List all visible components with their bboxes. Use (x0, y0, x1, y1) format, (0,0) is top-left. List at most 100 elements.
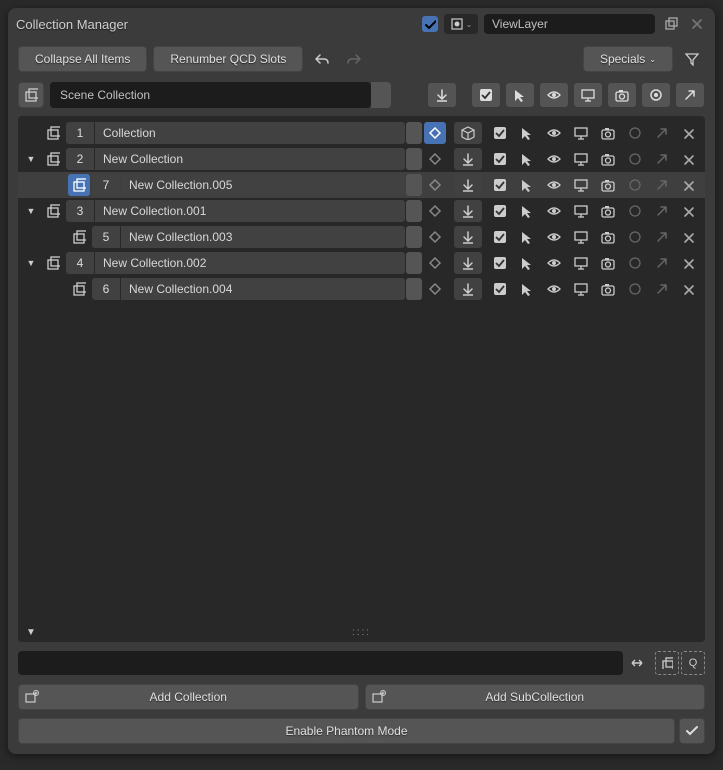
move-to-icon[interactable] (454, 148, 482, 170)
close-icon[interactable] (687, 14, 707, 34)
move-down-header-icon[interactable] (427, 82, 457, 108)
expand-toggle[interactable]: ▼ (22, 206, 40, 216)
set-active-icon[interactable] (424, 200, 446, 222)
render-toggle[interactable] (594, 122, 621, 144)
collection-row[interactable]: ▼ 2New Collection (18, 146, 705, 172)
selectable-header-icon[interactable] (505, 82, 535, 108)
visibility-toggle[interactable] (540, 122, 567, 144)
indirect-toggle[interactable] (648, 252, 675, 274)
collapse-button[interactable]: Collapse All Items (18, 46, 147, 72)
collection-name[interactable]: New Collection.005 (121, 174, 405, 196)
set-active-icon[interactable] (424, 278, 446, 300)
scene-collection-icon[interactable] (18, 82, 44, 108)
selectable-toggle[interactable] (513, 252, 540, 274)
selectable-toggle[interactable] (513, 122, 540, 144)
filter-invert-icon[interactable] (655, 651, 679, 675)
cube-icon[interactable] (454, 122, 482, 144)
visibility-toggle[interactable] (540, 174, 567, 196)
resize-handle[interactable]: ▼ (26, 627, 36, 638)
undo-icon[interactable] (309, 46, 335, 72)
collection-row[interactable]: 6New Collection.004 (18, 276, 705, 302)
add-subcollection-button[interactable]: Add SubCollection (365, 684, 706, 710)
indirect-toggle[interactable] (648, 148, 675, 170)
set-active-icon[interactable] (424, 252, 446, 274)
header-checkbox[interactable] (422, 16, 438, 32)
visibility-toggle[interactable] (540, 226, 567, 248)
redo-icon[interactable] (341, 46, 367, 72)
exclude-toggle[interactable] (486, 174, 513, 196)
holdout-header-icon[interactable] (641, 82, 671, 108)
phantom-mode-button[interactable]: Enable Phantom Mode (18, 718, 675, 744)
exclude-header-icon[interactable] (471, 82, 501, 108)
grip-dots-icon[interactable]: :::: (352, 627, 371, 638)
selectable-toggle[interactable] (513, 200, 540, 222)
collection-row[interactable]: 1Collection (18, 120, 705, 146)
viewport-toggle[interactable] (567, 278, 594, 300)
visibility-toggle[interactable] (540, 200, 567, 222)
specials-button[interactable]: Specials⌄ (583, 46, 673, 72)
filter-input[interactable] (18, 651, 623, 675)
remove-icon[interactable] (675, 127, 701, 140)
holdout-toggle[interactable] (621, 200, 648, 222)
indirect-toggle[interactable] (648, 122, 675, 144)
set-active-icon[interactable] (424, 122, 446, 144)
move-to-icon[interactable] (454, 200, 482, 222)
render-toggle[interactable] (594, 252, 621, 274)
move-to-icon[interactable] (454, 252, 482, 274)
exclude-toggle[interactable] (486, 148, 513, 170)
sort-arrows-icon[interactable] (627, 650, 647, 676)
remove-icon[interactable] (675, 205, 701, 218)
viewlayer-input[interactable] (484, 14, 655, 34)
selectable-toggle[interactable] (513, 174, 540, 196)
exclude-toggle[interactable] (486, 226, 513, 248)
visibility-toggle[interactable] (540, 252, 567, 274)
render-dropdown[interactable]: ⌄ (444, 14, 478, 34)
collection-row[interactable]: ▼ 3New Collection.001 (18, 198, 705, 224)
renumber-button[interactable]: Renumber QCD Slots (153, 46, 303, 72)
move-to-icon[interactable] (454, 226, 482, 248)
collection-name[interactable]: New Collection (95, 148, 405, 170)
holdout-toggle[interactable] (621, 122, 648, 144)
collection-row[interactable]: ▼4New Collection.002 (18, 250, 705, 276)
qcd-slot[interactable]: 3 (66, 200, 94, 222)
collection-name[interactable]: New Collection.002 (95, 252, 405, 274)
indirect-header-icon[interactable] (675, 82, 705, 108)
holdout-toggle[interactable] (621, 278, 648, 300)
viewport-toggle[interactable] (567, 174, 594, 196)
selectable-toggle[interactable] (513, 278, 540, 300)
visibility-header-icon[interactable] (539, 82, 569, 108)
indirect-toggle[interactable] (648, 174, 675, 196)
indirect-toggle[interactable] (648, 278, 675, 300)
move-to-icon[interactable] (454, 278, 482, 300)
exclude-toggle[interactable] (486, 278, 513, 300)
render-toggle[interactable] (594, 148, 621, 170)
visibility-toggle[interactable] (540, 148, 567, 170)
render-toggle[interactable] (594, 278, 621, 300)
filter-q-icon[interactable]: Q (681, 651, 705, 675)
collection-row[interactable]: 7New Collection.005 (18, 172, 705, 198)
indirect-toggle[interactable] (648, 226, 675, 248)
move-to-icon[interactable] (454, 174, 482, 196)
expand-toggle[interactable]: ▼ (22, 258, 40, 268)
holdout-toggle[interactable] (621, 174, 648, 196)
selectable-toggle[interactable] (513, 226, 540, 248)
exclude-toggle[interactable] (486, 122, 513, 144)
exclude-toggle[interactable] (486, 252, 513, 274)
collection-name[interactable]: New Collection.001 (95, 200, 405, 222)
collection-name[interactable]: New Collection.004 (121, 278, 405, 300)
indirect-toggle[interactable] (648, 200, 675, 222)
exclude-toggle[interactable] (486, 200, 513, 222)
collection-row[interactable]: 5New Collection.003 (18, 224, 705, 250)
remove-icon[interactable] (675, 257, 701, 270)
qcd-slot[interactable]: 2 (66, 148, 94, 170)
holdout-toggle[interactable] (621, 226, 648, 248)
qcd-slot[interactable]: 6 (92, 278, 120, 300)
render-toggle[interactable] (594, 200, 621, 222)
remove-icon[interactable] (675, 179, 701, 192)
holdout-toggle[interactable] (621, 148, 648, 170)
viewport-toggle[interactable] (567, 148, 594, 170)
add-collection-button[interactable]: Add Collection (18, 684, 359, 710)
holdout-toggle[interactable] (621, 252, 648, 274)
viewport-toggle[interactable] (567, 252, 594, 274)
expand-toggle[interactable]: ▼ (22, 154, 40, 164)
